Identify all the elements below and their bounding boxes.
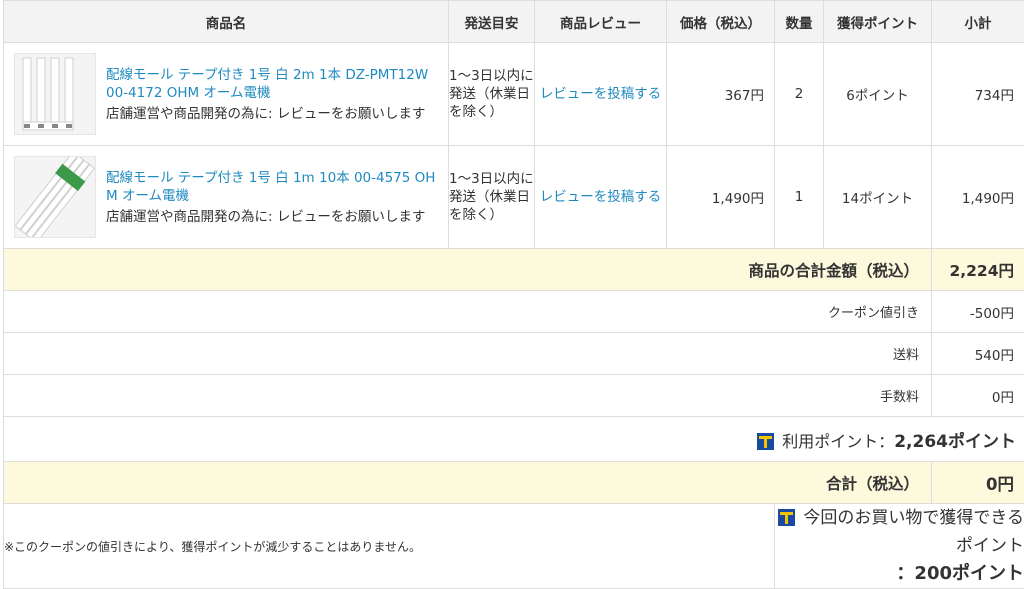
goods-total-label: 商品の合計金額（税込） xyxy=(4,249,932,291)
header-subtotal: 小計 xyxy=(932,1,1024,43)
table-row: 配線モール テープ付き 1号 白 2m 1本 DZ-PMT12W 00-4172… xyxy=(4,43,1024,146)
t-point-icon xyxy=(778,509,795,526)
header-review: 商品レビュー xyxy=(535,1,667,43)
handling-fee-row: 手数料 0円 xyxy=(4,375,1024,417)
goods-total-value: 2,224円 xyxy=(932,249,1024,291)
item-price: 1,490円 xyxy=(667,146,775,249)
shipping-fee-value: 540円 xyxy=(932,333,1024,375)
used-points-row: 利用ポイント：2,264ポイント xyxy=(4,417,1024,462)
item-subtotal: 734円 xyxy=(932,43,1024,146)
item-qty: 2 xyxy=(775,43,824,146)
header-price: 価格（税込） xyxy=(667,1,775,43)
post-review-link[interactable]: レビューを投稿する xyxy=(535,146,667,249)
shipping-estimate: 1〜3日以内に発送（休業日を除く） xyxy=(449,146,535,249)
header-points: 獲得ポイント xyxy=(824,1,932,43)
order-table: 商品名 発送目安 商品レビュー 価格（税込） 数量 獲得ポイント 小計 xyxy=(3,0,1024,589)
coupon-value: -500円 xyxy=(932,291,1024,333)
coupon-row: クーポン値引き -500円 xyxy=(4,291,1024,333)
header-product: 商品名 xyxy=(4,1,449,43)
product-link[interactable]: 配線モール テープ付き 1号 白 1m 10本 00-4575 OHM オーム電… xyxy=(106,169,440,205)
earn-points-value: ：200ポイント xyxy=(896,563,1024,584)
review-request-note: 店舗運営や商品開発の為に: レビューをお願いします xyxy=(106,208,440,226)
handling-fee-label: 手数料 xyxy=(4,375,932,417)
grand-total-row: 合計（税込） 0円 xyxy=(4,462,1024,504)
shipping-fee-label: 送料 xyxy=(4,333,932,375)
shipping-estimate: 1〜3日以内に発送（休業日を除く） xyxy=(449,43,535,146)
item-subtotal: 1,490円 xyxy=(932,146,1024,249)
shipping-row: 送料 540円 xyxy=(4,333,1024,375)
handling-fee-value: 0円 xyxy=(932,375,1024,417)
item-points: 6ポイント xyxy=(824,43,932,146)
used-points-cell: 利用ポイント：2,264ポイント xyxy=(4,417,1024,462)
item-price: 367円 xyxy=(667,43,775,146)
product-thumbnail[interactable] xyxy=(14,53,96,135)
table-header: 商品名 発送目安 商品レビュー 価格（税込） 数量 獲得ポイント 小計 xyxy=(4,1,1024,43)
item-points: 14ポイント xyxy=(824,146,932,249)
earn-points-cell: 今回のお買い物で獲得できるポイント ：200ポイント xyxy=(775,504,1024,589)
goods-total-row: 商品の合計金額（税込） 2,224円 xyxy=(4,249,1024,291)
review-request-note: 店舗運営や商品開発の為に: レビューをお願いします xyxy=(106,105,440,123)
t-point-icon xyxy=(757,433,774,450)
product-link[interactable]: 配線モール テープ付き 1号 白 2m 1本 DZ-PMT12W 00-4172… xyxy=(106,66,440,102)
product-thumbnail[interactable] xyxy=(14,156,96,238)
header-qty: 数量 xyxy=(775,1,824,43)
used-points-value: 2,264ポイント xyxy=(894,432,1016,452)
used-points-label: 利用ポイント： xyxy=(782,432,894,451)
coupon-note: ※このクーポンの値引きにより、獲得ポイントが減少することはありません。 xyxy=(4,504,775,589)
coupon-label: クーポン値引き xyxy=(4,291,932,333)
product-cell: 配線モール テープ付き 1号 白 1m 10本 00-4575 OHM オーム電… xyxy=(4,146,449,249)
footer-row: ※このクーポンの値引きにより、獲得ポイントが減少することはありません。 今回のお… xyxy=(4,504,1024,589)
header-shipping: 発送目安 xyxy=(449,1,535,43)
earn-points-label: 今回のお買い物で獲得できるポイント xyxy=(803,508,1024,556)
table-row: 配線モール テープ付き 1号 白 1m 10本 00-4575 OHM オーム電… xyxy=(4,146,1024,249)
post-review-link[interactable]: レビューを投稿する xyxy=(535,43,667,146)
product-cell: 配線モール テープ付き 1号 白 2m 1本 DZ-PMT12W 00-4172… xyxy=(4,43,449,146)
grand-total-label: 合計（税込） xyxy=(4,462,932,504)
item-qty: 1 xyxy=(775,146,824,249)
grand-total-value: 0円 xyxy=(932,462,1024,504)
